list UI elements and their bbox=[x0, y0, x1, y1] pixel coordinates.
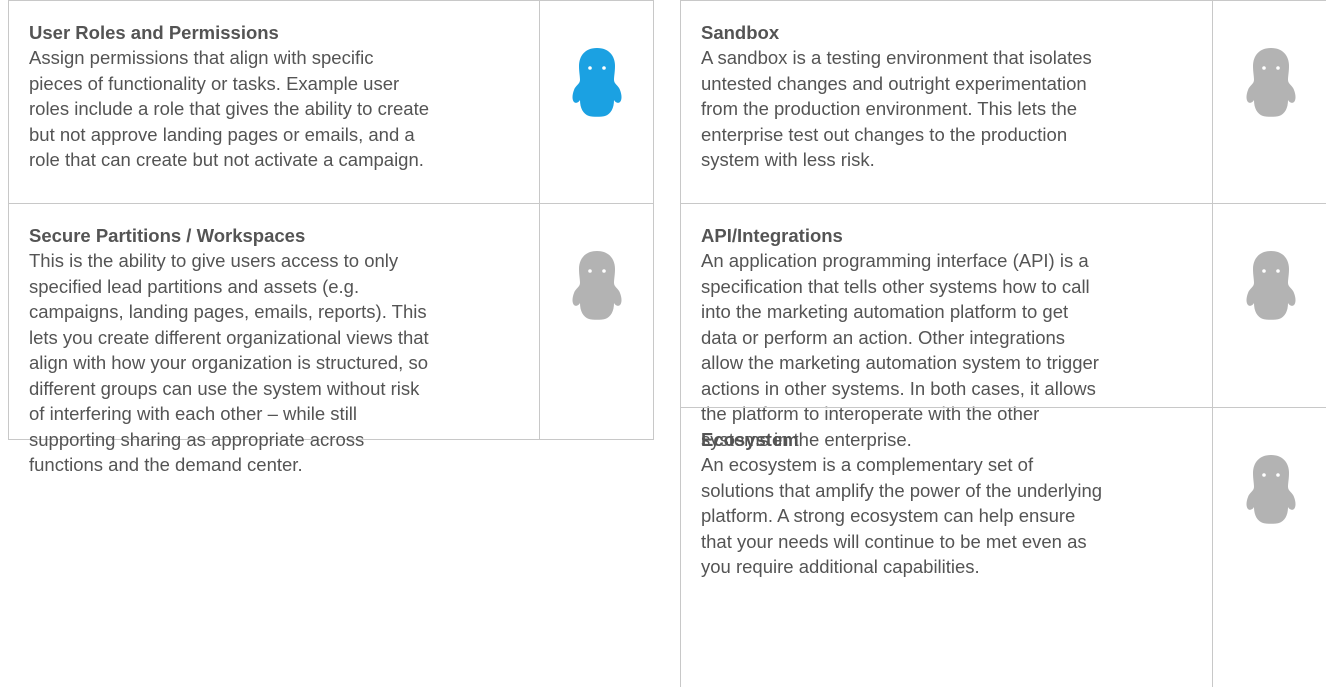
feature-description: Assign permissions that align with speci… bbox=[29, 47, 430, 170]
feature-title: Sandbox bbox=[701, 22, 780, 43]
mascot-icon-inactive bbox=[1243, 46, 1299, 118]
feature-row-secure-partitions: Secure Partitions / Workspaces This is t… bbox=[8, 203, 654, 475]
feature-title: API/Integrations bbox=[701, 225, 843, 246]
feature-title: User Roles and Permissions bbox=[29, 22, 279, 43]
feature-row-user-roles: User Roles and Permissions Assign permis… bbox=[8, 0, 654, 204]
feature-text-cell: API/Integrations An application programm… bbox=[681, 204, 1213, 450]
feature-title: Ecosystem bbox=[701, 429, 799, 450]
feature-title: Secure Partitions / Workspaces bbox=[29, 225, 306, 246]
feature-text-cell: Ecosystem An ecosystem is a complementar… bbox=[681, 408, 1213, 687]
feature-text-cell: User Roles and Permissions Assign permis… bbox=[9, 1, 540, 203]
feature-row-ecosystem: Ecosystem An ecosystem is a complementar… bbox=[680, 407, 1326, 687]
feature-icon-cell bbox=[1213, 204, 1326, 407]
feature-description: This is the ability to give users access… bbox=[29, 250, 429, 475]
mascot-icon-inactive bbox=[569, 249, 625, 321]
feature-description: A sandbox is a testing environment that … bbox=[701, 47, 1092, 170]
feature-text-cell: Secure Partitions / Workspaces This is t… bbox=[9, 204, 540, 475]
feature-icon-cell bbox=[540, 204, 653, 439]
feature-icon-cell bbox=[1213, 1, 1326, 203]
feature-text-cell: Sandbox A sandbox is a testing environme… bbox=[681, 1, 1213, 203]
feature-icon-cell bbox=[540, 1, 653, 203]
feature-row-sandbox: Sandbox A sandbox is a testing environme… bbox=[680, 0, 1326, 204]
feature-row-api-integrations: API/Integrations An application programm… bbox=[680, 203, 1326, 450]
feature-description: An ecosystem is a complementary set of s… bbox=[701, 454, 1103, 577]
mascot-icon-inactive bbox=[1243, 453, 1299, 525]
feature-icon-cell bbox=[1213, 408, 1326, 687]
mascot-icon-inactive bbox=[1243, 249, 1299, 321]
mascot-icon-active bbox=[569, 46, 625, 118]
